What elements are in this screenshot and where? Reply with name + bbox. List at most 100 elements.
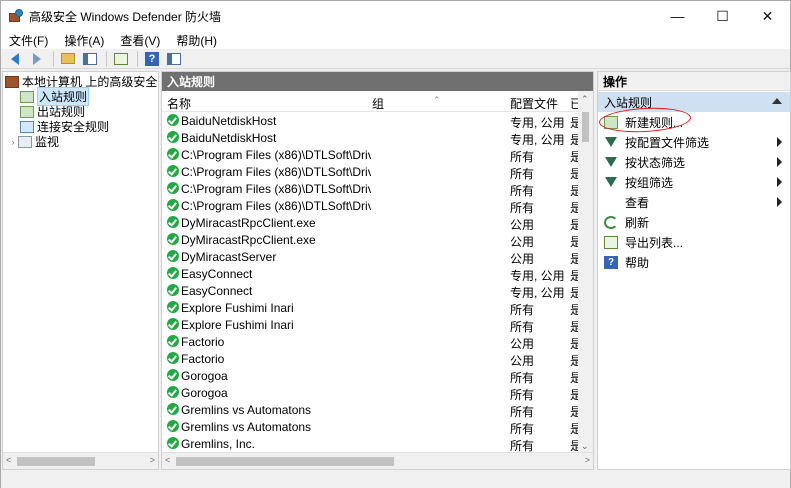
list-pane-header: 入站规则: [162, 72, 593, 91]
submenu-arrow-icon: [777, 157, 782, 167]
rules-list-pane: 入站规则 名称 组 ⌃ 配置文件 已 BaiduNetdiskHost 专用, 公…: [161, 71, 594, 470]
table-row[interactable]: Factorio 公用是: [162, 333, 582, 351]
enabled-check-icon: [167, 216, 179, 228]
up-folder-icon: [61, 53, 75, 64]
status-bar: [1, 471, 790, 488]
menu-action[interactable]: 操作(A): [56, 32, 112, 49]
up-folder-button[interactable]: [58, 50, 78, 68]
tree-item-connection-security-rules[interactable]: 连接安全规则: [20, 119, 109, 134]
section-label: 入站规则: [604, 95, 653, 110]
tree-item-monitoring[interactable]: › 监视: [8, 134, 60, 149]
tree-item-label: 监视: [35, 135, 60, 149]
action-filter-by-profile[interactable]: 按配置文件筛选: [598, 132, 790, 152]
blank-icon: [604, 196, 618, 209]
action-refresh[interactable]: 刷新: [598, 212, 790, 232]
table-row[interactable]: DyMiracastServer 公用是: [162, 248, 582, 266]
title-bar: 高级安全 Windows Defender 防火墙 — ☐ ✕: [1, 1, 790, 31]
rule-name: Gremlins vs Automatons: [181, 403, 312, 417]
action-view[interactable]: 查看: [598, 192, 790, 212]
menu-file[interactable]: 文件(F): [1, 32, 56, 49]
enabled-check-icon: [167, 165, 179, 177]
rule-name: Factorio: [181, 352, 225, 366]
scroll-left-icon[interactable]: <: [165, 455, 170, 465]
table-row[interactable]: C:\Program Files (x86)\DTLSoft\DriveTh..…: [162, 146, 582, 164]
firewall-icon: [5, 75, 19, 88]
window-controls: — ☐ ✕: [655, 1, 790, 31]
monitoring-icon: [18, 135, 32, 148]
forward-button[interactable]: [27, 50, 47, 68]
table-row[interactable]: BaiduNetdiskHost 专用, 公用是: [162, 112, 582, 130]
menu-view[interactable]: 查看(V): [112, 32, 168, 49]
table-row[interactable]: C:\Program Files (x86)\DTLSoft\DriveTh..…: [162, 197, 582, 215]
enabled-check-icon: [167, 182, 179, 194]
scrollbar-thumb[interactable]: [582, 112, 589, 142]
submenu-arrow-icon: [777, 177, 782, 187]
action-new-rule[interactable]: 新建规则...: [598, 112, 790, 132]
outbound-rules-icon: [20, 105, 34, 118]
rule-name: DyMiracastServer: [181, 250, 277, 264]
table-row[interactable]: C:\Program Files (x86)\DTLSoft\DriveTh..…: [162, 180, 582, 198]
table-row[interactable]: C:\Program Files (x86)\DTLSoft\DriveTh..…: [162, 163, 582, 181]
table-row[interactable]: Gremlins, Inc. 所有是: [162, 435, 582, 453]
column-profile[interactable]: 配置文件: [510, 95, 558, 112]
table-row[interactable]: Gorogoa 所有是: [162, 384, 582, 402]
column-group[interactable]: 组: [372, 95, 384, 112]
tree-item-outbound-rules[interactable]: 出站规则: [20, 104, 85, 119]
connection-security-icon: [20, 120, 34, 133]
show-hide-pane-button[interactable]: [80, 50, 100, 68]
actions-section-inbound-rules[interactable]: 入站规则: [598, 92, 790, 112]
actions-header: 操作: [598, 72, 790, 91]
expand-chevron-icon[interactable]: ›: [8, 137, 18, 147]
help-button[interactable]: ?: [142, 50, 162, 68]
scrollbar-thumb[interactable]: [17, 457, 95, 466]
column-name[interactable]: 名称: [167, 95, 191, 112]
table-row[interactable]: DyMiracastRpcClient.exe 公用是: [162, 214, 582, 232]
action-export-list[interactable]: 导出列表...: [598, 232, 790, 252]
enabled-check-icon: [167, 352, 179, 364]
filter-icon: [605, 137, 617, 147]
scroll-left-icon[interactable]: <: [6, 455, 11, 465]
collapse-section-icon[interactable]: [772, 98, 782, 104]
close-button[interactable]: ✕: [745, 1, 790, 31]
action-label: 新建规则...: [625, 115, 684, 130]
action-filter-by-state[interactable]: 按状态筛选: [598, 152, 790, 172]
maximize-button[interactable]: ☐: [700, 1, 745, 31]
back-button[interactable]: [5, 50, 25, 68]
table-row[interactable]: BaiduNetdiskHost 专用, 公用是: [162, 129, 582, 147]
tree-horizontal-scrollbar[interactable]: < >: [3, 452, 158, 469]
enabled-check-icon: [167, 437, 179, 449]
table-row[interactable]: Factorio 公用是: [162, 350, 582, 368]
table-row[interactable]: Explore Fushimi Inari 所有是: [162, 316, 582, 334]
rule-name: Factorio: [181, 335, 225, 349]
table-row[interactable]: Gremlins vs Automatons 所有是: [162, 401, 582, 419]
rule-name: C:\Program Files (x86)\DTLSoft\DriveTh..…: [181, 148, 371, 162]
scroll-right-icon[interactable]: >: [585, 455, 590, 465]
minimize-button[interactable]: —: [655, 1, 700, 31]
enabled-check-icon: [167, 301, 179, 313]
action-help[interactable]: ? 帮助: [598, 252, 790, 272]
actions-pane: 操作 入站规则 新建规则... 按配置文件筛选 按状态筛选 按组筛选 查看 刷新…: [597, 71, 791, 470]
menu-help[interactable]: 帮助(H): [168, 32, 225, 49]
scroll-down-icon[interactable]: ⌄: [581, 441, 589, 452]
table-row[interactable]: EasyConnect 专用, 公用是: [162, 282, 582, 300]
action-label: 查看: [625, 195, 650, 210]
tree-item-inbound-rules[interactable]: 入站规则: [20, 87, 90, 106]
scroll-right-icon[interactable]: >: [150, 455, 155, 465]
table-row[interactable]: Explore Fushimi Inari 所有是: [162, 299, 582, 317]
table-row[interactable]: Gorogoa 所有是: [162, 367, 582, 385]
action-label: 导出列表...: [625, 235, 684, 250]
show-action-pane-button[interactable]: [164, 50, 184, 68]
rule-name: C:\Program Files (x86)\DTLSoft\DriveTh..…: [181, 165, 371, 179]
action-label: 按配置文件筛选: [625, 135, 710, 150]
table-row[interactable]: Gremlins vs Automatons 所有是: [162, 418, 582, 436]
enabled-check-icon: [167, 233, 179, 245]
scrollbar-thumb[interactable]: [176, 457, 394, 466]
table-row[interactable]: DyMiracastRpcClient.exe 公用是: [162, 231, 582, 249]
action-filter-by-group[interactable]: 按组筛选: [598, 172, 790, 192]
table-row[interactable]: EasyConnect 专用, 公用是: [162, 265, 582, 283]
export-button[interactable]: [111, 50, 131, 68]
list-vertical-scrollbar[interactable]: ⌃ ⌄: [578, 91, 593, 454]
scroll-up-icon[interactable]: ⌃: [581, 94, 589, 105]
submenu-arrow-icon: [777, 197, 782, 207]
list-horizontal-scrollbar[interactable]: < >: [162, 452, 593, 469]
